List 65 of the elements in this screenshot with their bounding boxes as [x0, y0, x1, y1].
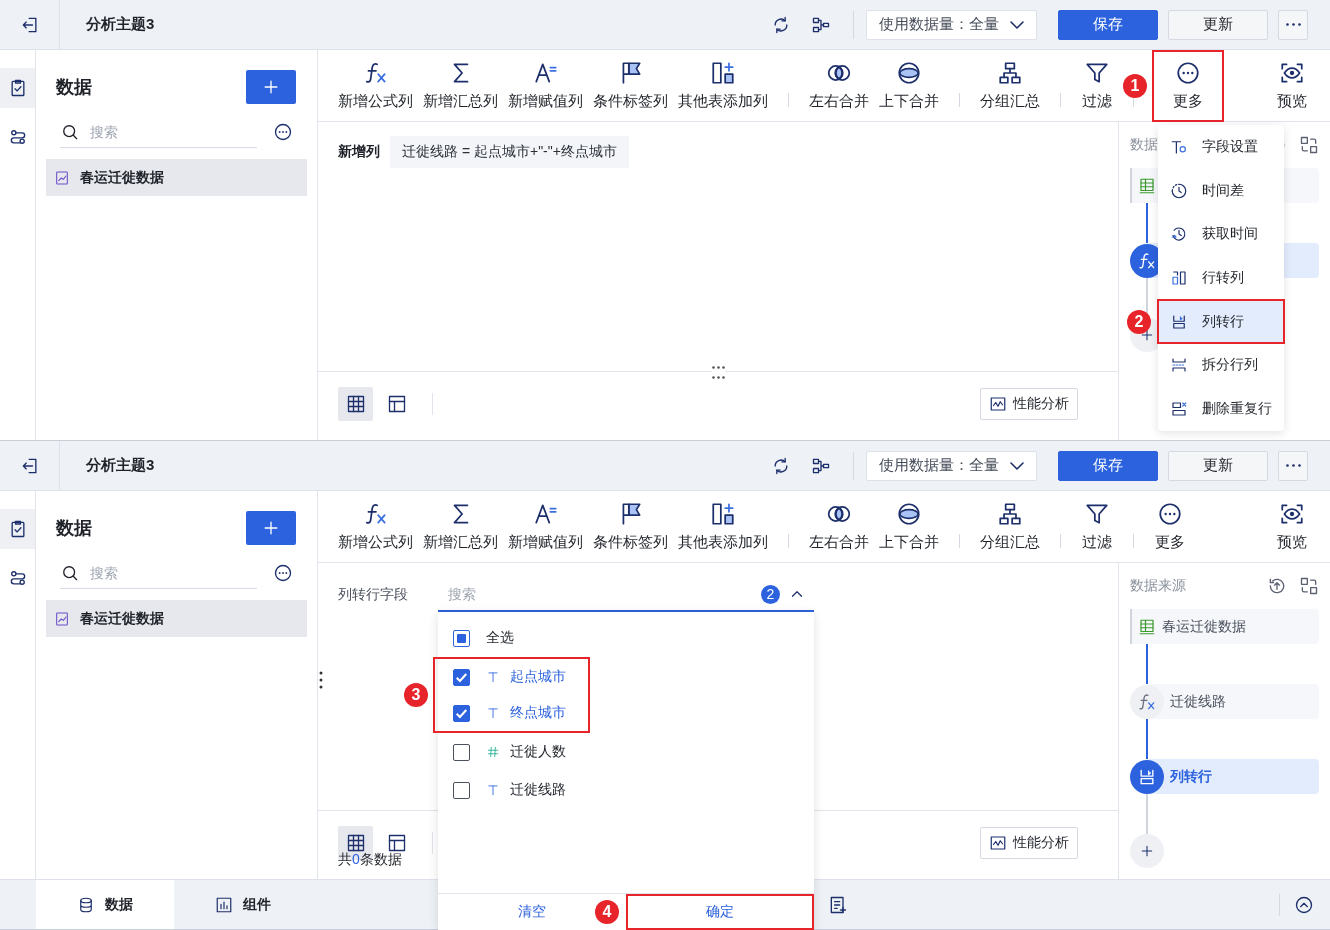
- menu-item[interactable]: 字段设置: [1158, 125, 1284, 169]
- toolbar-button[interactable]: 过滤: [1081, 492, 1113, 561]
- panel-title: 数据来源: [1130, 577, 1186, 595]
- toolbar-button[interactable]: 条件标签列: [593, 492, 668, 561]
- field-option[interactable]: 迁徙线路: [438, 771, 814, 809]
- step-label: 迁徙线路: [1147, 684, 1319, 719]
- step-badge: 2: [1127, 309, 1151, 334]
- save-button[interactable]: 保存: [1058, 9, 1158, 40]
- toolbar-button[interactable]: 新增公式列: [338, 492, 413, 561]
- toolbar-button[interactable]: 左右合并: [809, 51, 869, 120]
- sidebar-title: 数据: [56, 517, 92, 540]
- menu-item[interactable]: 时间差: [1158, 168, 1284, 213]
- update-button[interactable]: 更新: [1168, 9, 1268, 40]
- toolbar-button[interactable]: 左右合并: [809, 492, 869, 561]
- field-option[interactable]: 终点城市: [435, 695, 588, 731]
- bottom-tab[interactable]: 数据: [36, 880, 174, 929]
- toolbar-button[interactable]: 新增赋值列: [508, 51, 583, 120]
- toolbar-button[interactable]: 新增汇总列: [423, 492, 498, 561]
- formula-chip[interactable]: 迁徙线路 = 起点城市+"-"+终点城市: [390, 136, 629, 168]
- save-button[interactable]: 保存: [1058, 450, 1158, 481]
- page-title: 分析主题3: [86, 15, 155, 34]
- toolbar-button[interactable]: 上下合并: [879, 492, 939, 561]
- record-count: 共0条数据: [338, 851, 403, 867]
- count-badge: 2: [761, 584, 780, 604]
- update-button[interactable]: 更新: [1168, 450, 1268, 481]
- toolbar-button[interactable]: 新增公式列: [338, 51, 413, 120]
- toolbar-button[interactable]: 上下合并: [879, 51, 939, 120]
- step-badge: 1: [1123, 73, 1147, 98]
- performance-button[interactable]: 性能分析: [980, 827, 1078, 859]
- toolbar-button[interactable]: 分组汇总: [980, 492, 1040, 561]
- menu-item[interactable]: 拆分行列: [1158, 343, 1284, 388]
- dataset-item[interactable]: 春运迁徙数据: [46, 159, 307, 196]
- menu-item[interactable]: 获取时间: [1158, 212, 1284, 257]
- toolbar-button[interactable]: 预览: [1276, 51, 1308, 120]
- search-field[interactable]: 搜索: [88, 558, 248, 587]
- source-node[interactable]: 春运迁徙数据: [1130, 609, 1319, 644]
- menu-item[interactable]: 删除重复行: [1158, 387, 1284, 431]
- data-amount-select[interactable]: 使用数据量：全量: [866, 450, 1037, 481]
- select-all-option[interactable]: 全选: [438, 619, 814, 657]
- sidebar-title: 数据: [56, 76, 92, 99]
- menu-item[interactable]: 行转列: [1158, 256, 1284, 300]
- performance-button[interactable]: 性能分析: [980, 388, 1078, 420]
- toolbar-button[interactable]: 新增赋值列: [508, 492, 583, 561]
- toolbar-button[interactable]: 过滤: [1081, 51, 1113, 120]
- toolbar-button[interactable]: 新增汇总列: [423, 51, 498, 120]
- field-label: 新增列: [338, 143, 380, 161]
- search-field[interactable]: 搜索: [88, 117, 248, 146]
- field-option[interactable]: 起点城市: [435, 659, 588, 695]
- page-title: 分析主题3: [86, 456, 155, 475]
- panel-title: 数据: [1130, 136, 1158, 154]
- toolbar-button[interactable]: 分组汇总: [980, 51, 1040, 120]
- toolbar-button[interactable]: 条件标签列: [593, 51, 668, 120]
- bottom-tab[interactable]: 组件: [174, 880, 312, 929]
- step-label: 列转行: [1147, 759, 1319, 794]
- toolbar-button[interactable]: 预览: [1276, 492, 1308, 561]
- step-badge: 3: [404, 683, 428, 707]
- field-option[interactable]: 迁徙人数: [438, 733, 814, 771]
- search-field[interactable]: 搜索: [446, 585, 761, 603]
- step-badge: 4: [595, 900, 619, 924]
- dataset-item[interactable]: 春运迁徙数据: [46, 600, 307, 637]
- toolbar-button[interactable]: 其他表添加列: [678, 492, 768, 561]
- toolbar-button[interactable]: 更多: [1154, 492, 1186, 561]
- field-label: 列转行字段: [338, 586, 409, 604]
- data-amount-select[interactable]: 使用数据量：全量: [866, 9, 1037, 40]
- toolbar-button[interactable]: 其他表添加列: [678, 51, 768, 120]
